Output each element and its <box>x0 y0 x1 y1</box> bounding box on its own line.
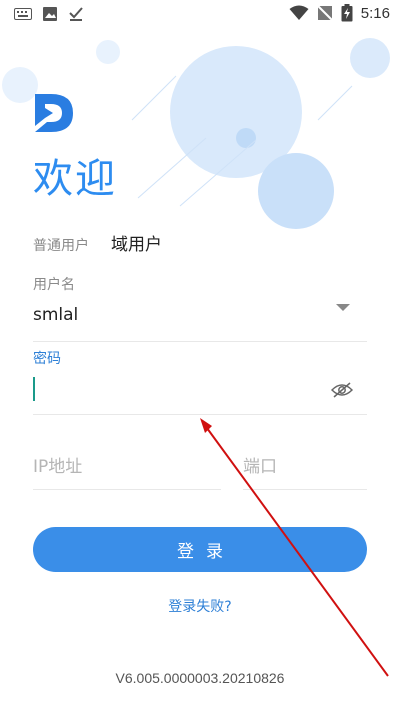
check-download-icon <box>69 7 83 21</box>
deco-circle-small-top <box>96 40 120 64</box>
deco-circle-large <box>170 46 302 178</box>
ip-address-input[interactable]: IP地址 <box>33 452 82 477</box>
welcome-title: 欢迎 <box>33 156 117 202</box>
text-cursor <box>33 377 35 401</box>
no-sim-icon <box>317 5 333 21</box>
deco-line-1 <box>131 75 177 121</box>
ip-underline <box>33 489 221 490</box>
deco-circle-mid <box>236 128 256 148</box>
keyboard-icon <box>14 8 32 20</box>
image-icon <box>43 7 57 21</box>
eye-icon[interactable] <box>331 381 353 399</box>
login-button[interactable]: 登录 <box>33 527 367 572</box>
port-input[interactable]: 端口 <box>243 452 277 477</box>
chevron-down-icon[interactable] <box>336 303 350 313</box>
username-underline <box>33 341 367 342</box>
deco-line-3 <box>179 139 257 207</box>
deco-line-2 <box>137 137 207 199</box>
status-time: 5:16 <box>360 4 390 22</box>
port-underline <box>243 489 367 490</box>
battery-charging-icon <box>341 4 353 22</box>
user-type-selector: 普通用户 域用户 <box>33 230 162 255</box>
deco-circle-bottom <box>258 153 334 229</box>
status-bar-left <box>14 6 84 22</box>
deco-line-4 <box>317 85 353 121</box>
tab-normal-user[interactable]: 普通用户 <box>33 235 89 255</box>
app-logo-icon <box>35 94 73 132</box>
deco-circle-right-top <box>350 38 390 78</box>
username-input[interactable]: smlal <box>33 305 78 325</box>
status-bar-right: 5:16 <box>289 4 390 22</box>
username-label: 用户名 <box>33 277 75 293</box>
status-bar: 5:16 <box>0 0 400 28</box>
version-text: V6.005.0000003.20210826 <box>115 670 285 686</box>
password-label: 密码 <box>33 351 61 367</box>
password-input[interactable] <box>33 378 323 404</box>
tab-domain-user[interactable]: 域用户 <box>111 230 162 255</box>
login-failed-link[interactable]: 登录失败? <box>0 596 400 616</box>
wifi-icon <box>289 5 309 20</box>
password-underline <box>33 414 367 415</box>
